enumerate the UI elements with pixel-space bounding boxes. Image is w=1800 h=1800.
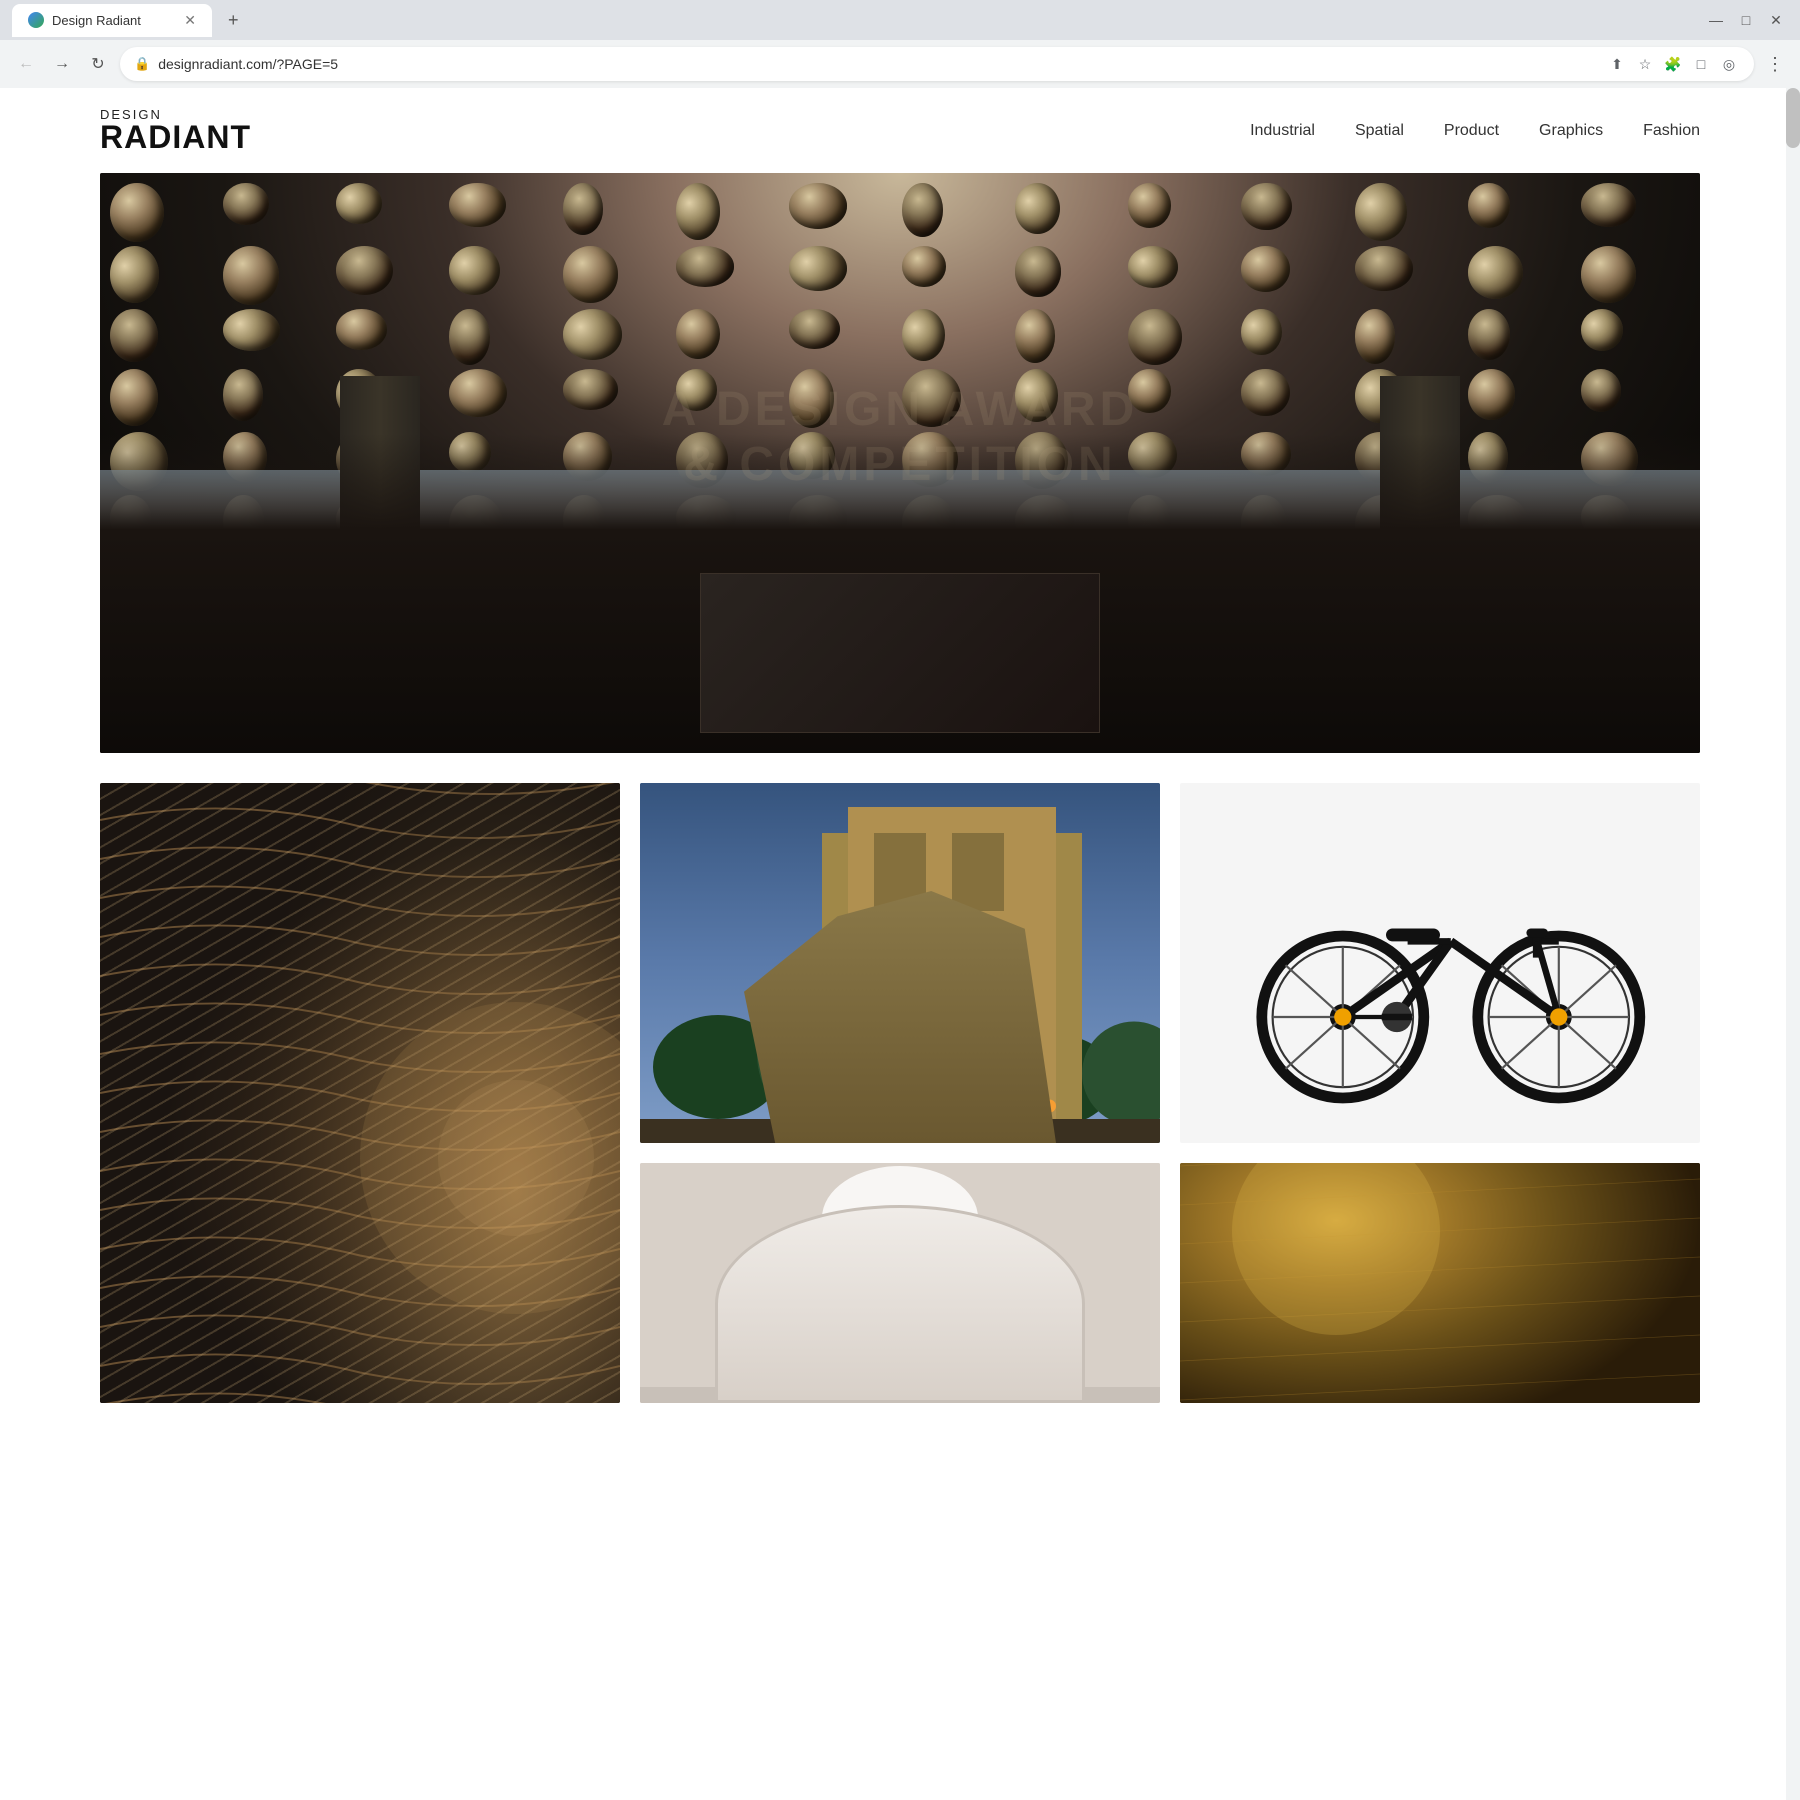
tab-favicon	[28, 12, 44, 28]
ceiling-bulb	[1015, 246, 1061, 296]
ceiling-bulb	[1468, 309, 1510, 360]
site-header: DESIGN RADIANT Industrial Spatial Produc…	[0, 88, 1800, 173]
close-window-button[interactable]: ✕	[1764, 8, 1788, 32]
bar-counter	[700, 573, 1100, 733]
ceiling-bulb	[223, 309, 280, 351]
ceiling-bulb	[789, 309, 840, 349]
hero-section: A DESIGN AWARD& COMPETITION	[0, 173, 1800, 783]
grid-item-bicycle[interactable]	[1180, 783, 1700, 1143]
grid-item-wavy-interior[interactable]	[100, 783, 620, 1403]
website-content: DESIGN RADIANT Industrial Spatial Produc…	[0, 88, 1800, 1443]
ceiling-bulb	[223, 369, 263, 421]
hero-image[interactable]: A DESIGN AWARD& COMPETITION	[100, 173, 1700, 753]
grid-item-building[interactable]	[640, 783, 1160, 1143]
ceiling-bulb	[1581, 246, 1636, 303]
logo-radiant-text: RADIANT	[100, 121, 251, 153]
award-watermark: A DESIGN AWARD& COMPETITION	[662, 382, 1138, 492]
back-button[interactable]: ←	[12, 50, 40, 78]
security-icon: 🔒	[134, 56, 150, 72]
ceiling-bulb	[449, 183, 505, 227]
nav-item-product[interactable]: Product	[1444, 122, 1499, 140]
ceiling-bulb	[563, 246, 618, 302]
bookmark-icon[interactable]: ☆	[1634, 53, 1656, 75]
title-bar: Design Radiant ✕ + — □ ✕	[0, 0, 1800, 40]
extensions-icon[interactable]: 🧩	[1662, 53, 1684, 75]
ceiling-bulb	[676, 183, 721, 240]
grid-section	[0, 783, 1800, 1443]
ceiling-bulb	[336, 246, 393, 295]
browser-menu-button[interactable]: ⋮	[1762, 50, 1788, 79]
scrollbar[interactable]	[1786, 88, 1800, 1800]
url-text: designradiant.com/?PAGE=5	[158, 56, 1598, 72]
address-bar-row: ← → ↻ 🔒 designradiant.com/?PAGE=5 ⬆ ☆ 🧩 …	[0, 40, 1800, 88]
ceiling-bulb	[1355, 246, 1414, 291]
address-bar[interactable]: 🔒 designradiant.com/?PAGE=5 ⬆ ☆ 🧩 □ ◎	[120, 47, 1754, 81]
browser-logo-icon[interactable]: ◎	[1718, 53, 1740, 75]
ceiling-bulb	[1581, 183, 1637, 227]
address-actions: ⬆ ☆ 🧩 □ ◎	[1606, 53, 1740, 75]
ceiling-bulb	[449, 246, 499, 295]
nav-item-industrial[interactable]: Industrial	[1250, 122, 1315, 140]
profile-icon[interactable]: □	[1690, 53, 1712, 75]
ceiling-bulb	[223, 183, 269, 225]
ceiling-bulb	[1015, 309, 1055, 363]
ceiling-bulb	[449, 369, 507, 417]
ceiling-bulb	[676, 309, 720, 359]
ceiling-bulb	[110, 369, 158, 426]
hero-image-inner: A DESIGN AWARD& COMPETITION	[100, 173, 1700, 753]
main-nav: Industrial Spatial Product Graphics Fash…	[1250, 122, 1700, 140]
ceiling-bulb	[789, 246, 847, 290]
ceiling-bulb	[1241, 369, 1289, 416]
ceiling-bulb	[449, 309, 490, 364]
site-logo[interactable]: DESIGN RADIANT	[100, 108, 251, 153]
ceiling-bulb	[1468, 183, 1510, 228]
grid-item-arch[interactable]	[640, 1163, 1160, 1403]
ceiling-bulb	[1241, 183, 1292, 230]
ceiling-bulb	[1128, 183, 1171, 228]
ceiling-bulb	[1128, 246, 1178, 287]
ceiling-bulb	[336, 183, 382, 224]
ceiling-bulb	[110, 309, 158, 362]
ceiling-bulb	[1581, 309, 1623, 351]
nav-item-spatial[interactable]: Spatial	[1355, 122, 1404, 140]
ceiling-bulb	[1241, 309, 1282, 355]
new-tab-button[interactable]: +	[220, 2, 247, 39]
window-controls: — □ ✕	[1704, 8, 1788, 32]
ceiling-bulb	[1468, 369, 1516, 420]
ceiling-bulb	[563, 309, 623, 360]
ceiling-bulb	[336, 309, 386, 349]
ceiling-bulb	[1241, 246, 1290, 292]
ceiling-bulb	[563, 369, 619, 410]
ceiling-bulb	[223, 246, 279, 305]
share-icon[interactable]: ⬆	[1606, 53, 1628, 75]
ceiling-bulb	[110, 246, 159, 302]
scroll-thumb[interactable]	[1786, 88, 1800, 148]
minimize-button[interactable]: —	[1704, 8, 1728, 32]
bicycle-svg	[1206, 801, 1674, 1125]
ceiling-bulb	[902, 246, 946, 287]
ceiling-bulb	[902, 309, 945, 361]
nav-item-graphics[interactable]: Graphics	[1539, 122, 1603, 140]
ceiling-bulb	[110, 183, 164, 242]
ceiling-bulb	[1468, 246, 1523, 299]
grid-item-gold[interactable]	[1180, 1163, 1700, 1403]
ceiling-bulb	[1128, 309, 1182, 365]
ceiling-bulb	[789, 183, 848, 229]
tab-title: Design Radiant	[52, 13, 141, 28]
nav-item-fashion[interactable]: Fashion	[1643, 122, 1700, 140]
forward-button[interactable]: →	[48, 50, 76, 78]
reload-button[interactable]: ↻	[84, 50, 112, 78]
ceiling-bulb	[1581, 369, 1621, 412]
browser-tab[interactable]: Design Radiant ✕	[12, 4, 212, 37]
ceiling-bulb	[902, 183, 943, 237]
ceiling-bulb	[1015, 183, 1059, 234]
ceiling-bulb	[676, 246, 734, 286]
ceiling-bulb	[563, 183, 604, 235]
tab-close-button[interactable]: ✕	[184, 12, 196, 29]
ceiling-bulb	[1355, 183, 1408, 241]
maximize-button[interactable]: □	[1734, 8, 1758, 32]
ceiling-bulb	[1355, 309, 1396, 364]
